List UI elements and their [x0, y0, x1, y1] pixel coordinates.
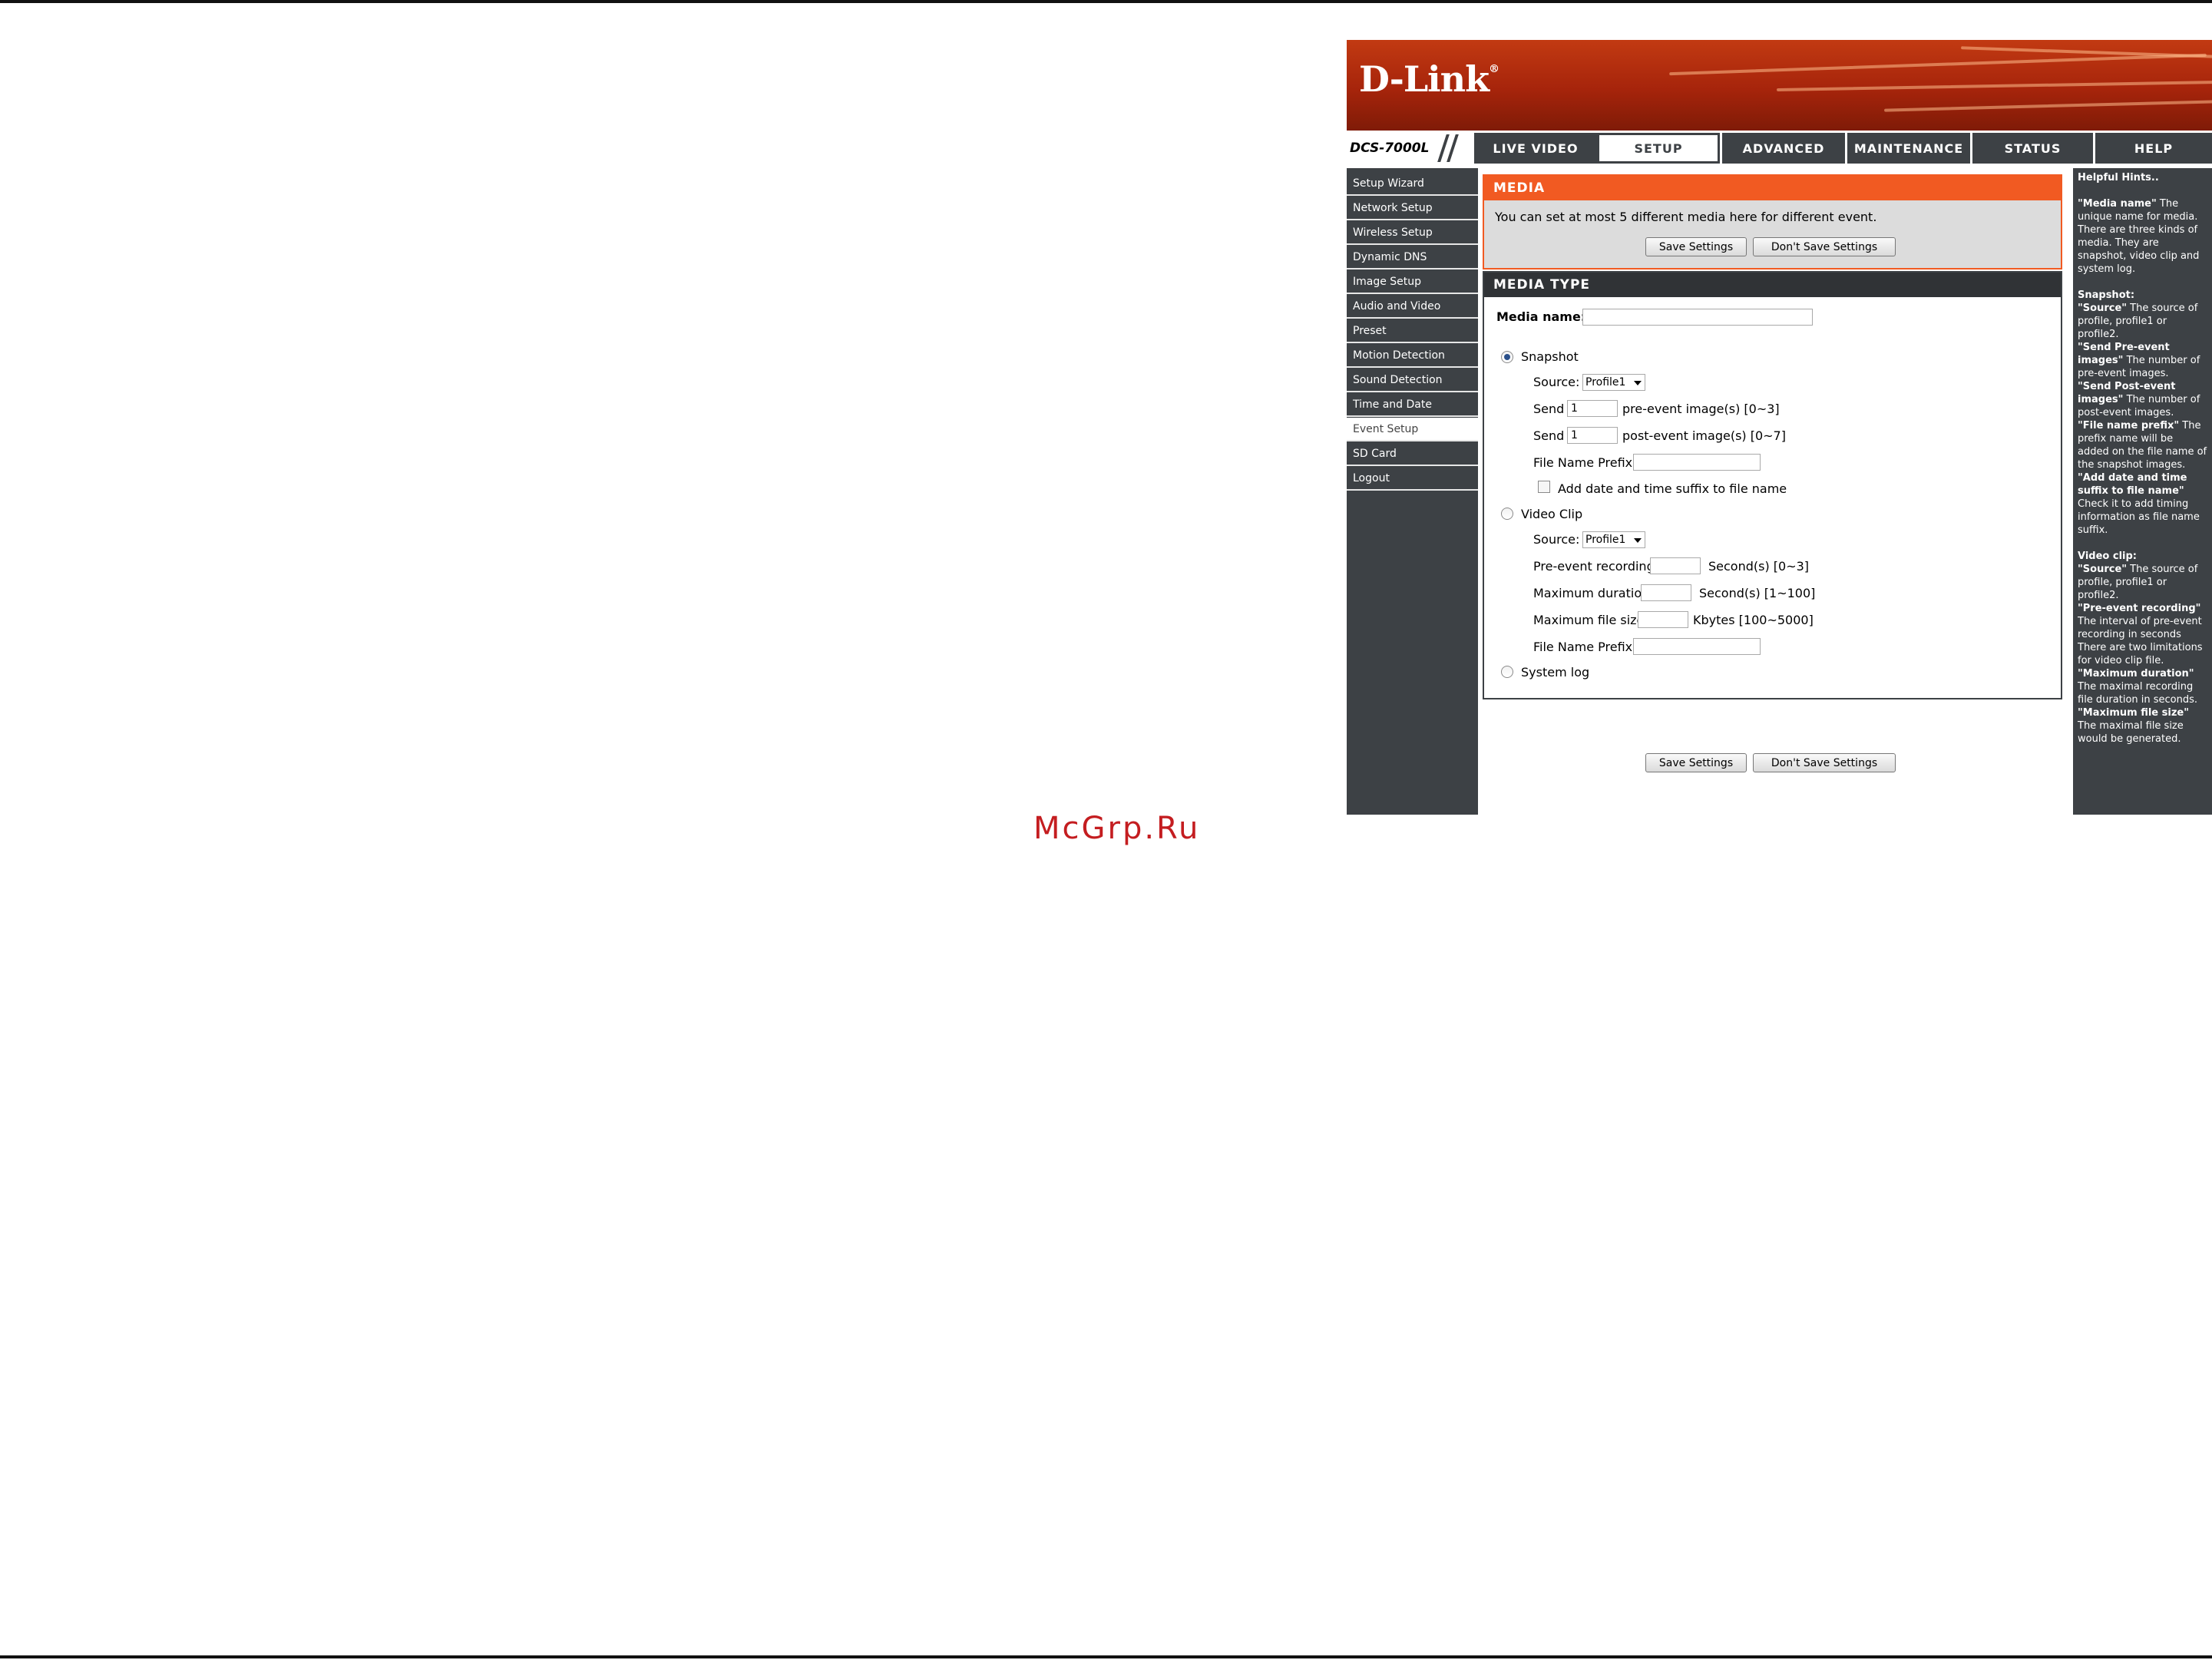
sidebar-item-motion-detection[interactable]: Motion Detection: [1347, 344, 1478, 368]
media-type-panel-title: MEDIA TYPE: [1484, 273, 2061, 297]
hint-snapshot-title: Snapshot:: [2078, 289, 2135, 301]
video-source-select[interactable]: Profile1: [1582, 531, 1645, 548]
media-name-label: Media name:: [1496, 309, 1586, 324]
sidebar-item-image-setup[interactable]: Image Setup: [1347, 270, 1478, 294]
post-event-images-suffix: post-event image(s) [0~7]: [1622, 428, 1786, 443]
hint-video-source: "Source" The source of profile, profile1…: [2078, 564, 2198, 601]
post-event-images-input[interactable]: 1: [1567, 427, 1618, 444]
video-prefix-input[interactable]: [1633, 638, 1761, 655]
tab-help[interactable]: HELP: [2093, 133, 2212, 164]
hint-date-suffix: "Add date and time suffix to file name" …: [2078, 472, 2200, 536]
max-file-size-suffix: Kbytes [100~5000]: [1693, 613, 1814, 627]
dlink-logo: D-Link®: [1359, 58, 1499, 100]
max-duration-suffix: Second(s) [1~100]: [1699, 586, 1816, 600]
chevron-down-icon: [1634, 538, 1642, 543]
hint-snapshot-source: "Source" The source of profile, profile1…: [2078, 303, 2198, 340]
date-time-suffix-label: Add date and time suffix to file name: [1558, 481, 1787, 496]
watermark-text: McGrp.Ru: [1033, 811, 1201, 846]
hint-pre-recording: "Pre-event recording" The interval of pr…: [2078, 603, 2203, 666]
snapshot-prefix-label: File Name Prefix:: [1533, 455, 1637, 470]
media-panel: MEDIA You can set at most 5 different me…: [1483, 174, 2062, 270]
sidebar-item-dynamic-dns[interactable]: Dynamic DNS: [1347, 246, 1478, 270]
pre-event-send-label: Send: [1533, 402, 1565, 416]
video-source-label: Source:: [1533, 532, 1580, 547]
chevron-down-icon: [1634, 381, 1642, 385]
footer-save-settings-button[interactable]: Save Settings: [1645, 753, 1747, 772]
post-event-send-label: Send: [1533, 428, 1565, 443]
sidebar-item-time-and-date[interactable]: Time and Date: [1347, 393, 1478, 417]
sidebar-item-network-setup[interactable]: Network Setup: [1347, 197, 1478, 220]
model-name: DCS-7000L: [1350, 141, 1430, 156]
tab-status[interactable]: STATUS: [1970, 133, 2093, 164]
sidebar-item-sd-card[interactable]: SD Card: [1347, 442, 1478, 466]
main-content: MEDIA You can set at most 5 different me…: [1483, 168, 2068, 815]
tab-advanced[interactable]: ADVANCED: [1720, 133, 1845, 164]
pre-event-recording-label: Pre-event recording:: [1533, 559, 1659, 574]
max-duration-label: Maximum duration:: [1533, 586, 1654, 600]
hint-file-prefix: "File name prefix" The prefix name will …: [2078, 420, 2207, 471]
video-clip-radio[interactable]: [1501, 508, 1513, 520]
hint-max-size: "Maximum file size" The maximal file siz…: [2078, 707, 2189, 745]
sidebar-item-audio-and-video[interactable]: Audio and Video: [1347, 295, 1478, 319]
system-log-label: System log: [1521, 665, 1590, 680]
pre-event-images-suffix: pre-event image(s) [0~3]: [1622, 402, 1780, 416]
setup-sidebar: Setup Wizard Network Setup Wireless Setu…: [1347, 168, 1478, 815]
max-file-size-input[interactable]: [1638, 611, 1688, 628]
dlink-banner: D-Link®: [1347, 40, 2212, 131]
video-prefix-label: File Name Prefix:: [1533, 640, 1637, 654]
snapshot-source-select[interactable]: Profile1: [1582, 374, 1645, 391]
sidebar-item-event-setup[interactable]: Event Setup: [1347, 418, 1478, 441]
hint-max-duration: "Maximum duration" The maximal recording…: [2078, 668, 2198, 706]
page-top-rule: [0, 0, 2212, 3]
page-bottom-rule: [0, 1655, 2212, 1658]
pre-event-recording-suffix: Second(s) [0~3]: [1708, 559, 1810, 574]
dont-save-settings-button[interactable]: Don't Save Settings: [1753, 237, 1896, 256]
hint-media-name: "Media name" The unique name for media. …: [2078, 198, 2200, 275]
sidebar-item-preset[interactable]: Preset: [1347, 319, 1478, 343]
top-nav: DCS-7000L LIVE VIDEO SETUP ADVANCED MAIN…: [1347, 133, 2212, 164]
max-file-size-label: Maximum file size:: [1533, 613, 1648, 627]
hint-pre-event: "Send Pre-event images" The number of pr…: [2078, 342, 2200, 379]
footer-dont-save-settings-button[interactable]: Don't Save Settings: [1753, 753, 1896, 772]
sidebar-item-logout[interactable]: Logout: [1347, 467, 1478, 491]
tab-maintenance[interactable]: MAINTENANCE: [1845, 133, 1970, 164]
snapshot-prefix-input[interactable]: [1633, 454, 1761, 471]
sidebar-item-sound-detection[interactable]: Sound Detection: [1347, 369, 1478, 392]
max-duration-input[interactable]: [1641, 584, 1691, 601]
save-settings-button[interactable]: Save Settings: [1645, 237, 1747, 256]
video-clip-label: Video Clip: [1521, 507, 1583, 521]
snapshot-radio[interactable]: [1501, 351, 1513, 363]
model-badge: DCS-7000L: [1347, 133, 1472, 164]
pre-event-recording-input[interactable]: [1650, 557, 1701, 574]
hint-post-event: "Send Post-event images" The number of p…: [2078, 381, 2200, 418]
snapshot-source-label: Source:: [1533, 375, 1580, 389]
media-panel-title: MEDIA: [1484, 176, 2061, 200]
media-description: You can set at most 5 different media he…: [1495, 210, 1877, 224]
sidebar-item-wireless-setup[interactable]: Wireless Setup: [1347, 221, 1478, 245]
camera-web-ui: D-Link® DCS-7000L LIVE VIDEO SETUP ADVAN…: [1347, 40, 2212, 817]
helpful-hints-panel: Helpful Hints.. "Media name" The unique …: [2073, 168, 2212, 815]
media-name-input[interactable]: [1582, 309, 1813, 326]
pre-event-images-input[interactable]: 1: [1567, 400, 1618, 417]
snapshot-label: Snapshot: [1521, 349, 1579, 364]
tab-setup[interactable]: SETUP: [1597, 133, 1720, 164]
sidebar-item-setup-wizard[interactable]: Setup Wizard: [1347, 172, 1478, 196]
hint-video-title: Video clip:: [2078, 551, 2137, 562]
media-type-panel: MEDIA TYPE Media name: Snapshot Source: …: [1483, 271, 2062, 699]
date-time-suffix-checkbox[interactable]: [1538, 481, 1550, 493]
tab-live-video[interactable]: LIVE VIDEO: [1472, 133, 1597, 164]
hints-title: Helpful Hints..: [2078, 172, 2159, 184]
system-log-radio[interactable]: [1501, 666, 1513, 678]
